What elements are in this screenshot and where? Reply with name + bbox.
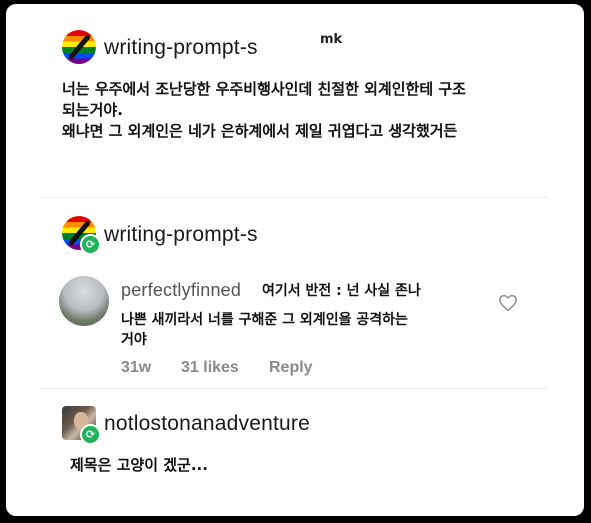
commenter-avatar[interactable] [59,276,109,326]
reblog-blog-name[interactable]: writing-prompt-s [104,223,258,247]
comment-likes[interactable]: 31 likes [181,359,239,377]
reblog-text: 제목은 고양이 겠군... [70,456,208,474]
post-body-line2: 되는거야. [62,101,123,119]
commenter-username[interactable]: perfectlyfinned [121,280,241,301]
heart-outline-icon[interactable] [498,294,518,312]
post-card: mk writing-prompt-s 너는 우주에서 조난당한 우주비행사인데… [6,4,584,516]
blog-avatar[interactable] [62,30,96,64]
watermark-text: mk [320,32,343,47]
divider [40,388,548,389]
comment-text-line2: 나쁜 새끼라서 너를 구해준 그 외계인을 공격하는 [121,312,408,328]
reblogger-blog-name[interactable]: notlostonanadventure [104,412,310,436]
post-body-line3: 왜냐면 그 외계인은 네가 은하계에서 제일 귀엽다고 생각했거든 [62,122,458,140]
pen-icon [67,33,92,61]
comment-age: 31w [121,359,152,376]
divider [40,197,548,198]
comment-text-line3: 거야 [121,332,147,348]
comment-text-line1: 여기서 반전 : 넌 사실 존나 [262,283,421,299]
reblog-icon: ⟳ [80,424,101,445]
post-blog-name[interactable]: writing-prompt-s [104,36,258,60]
reblog-icon: ⟳ [80,234,101,255]
reply-button[interactable]: Reply [269,359,313,377]
post-body-line1: 너는 우주에서 조난당한 우주비행사인데 친절한 외계인한테 구조 [62,80,466,98]
